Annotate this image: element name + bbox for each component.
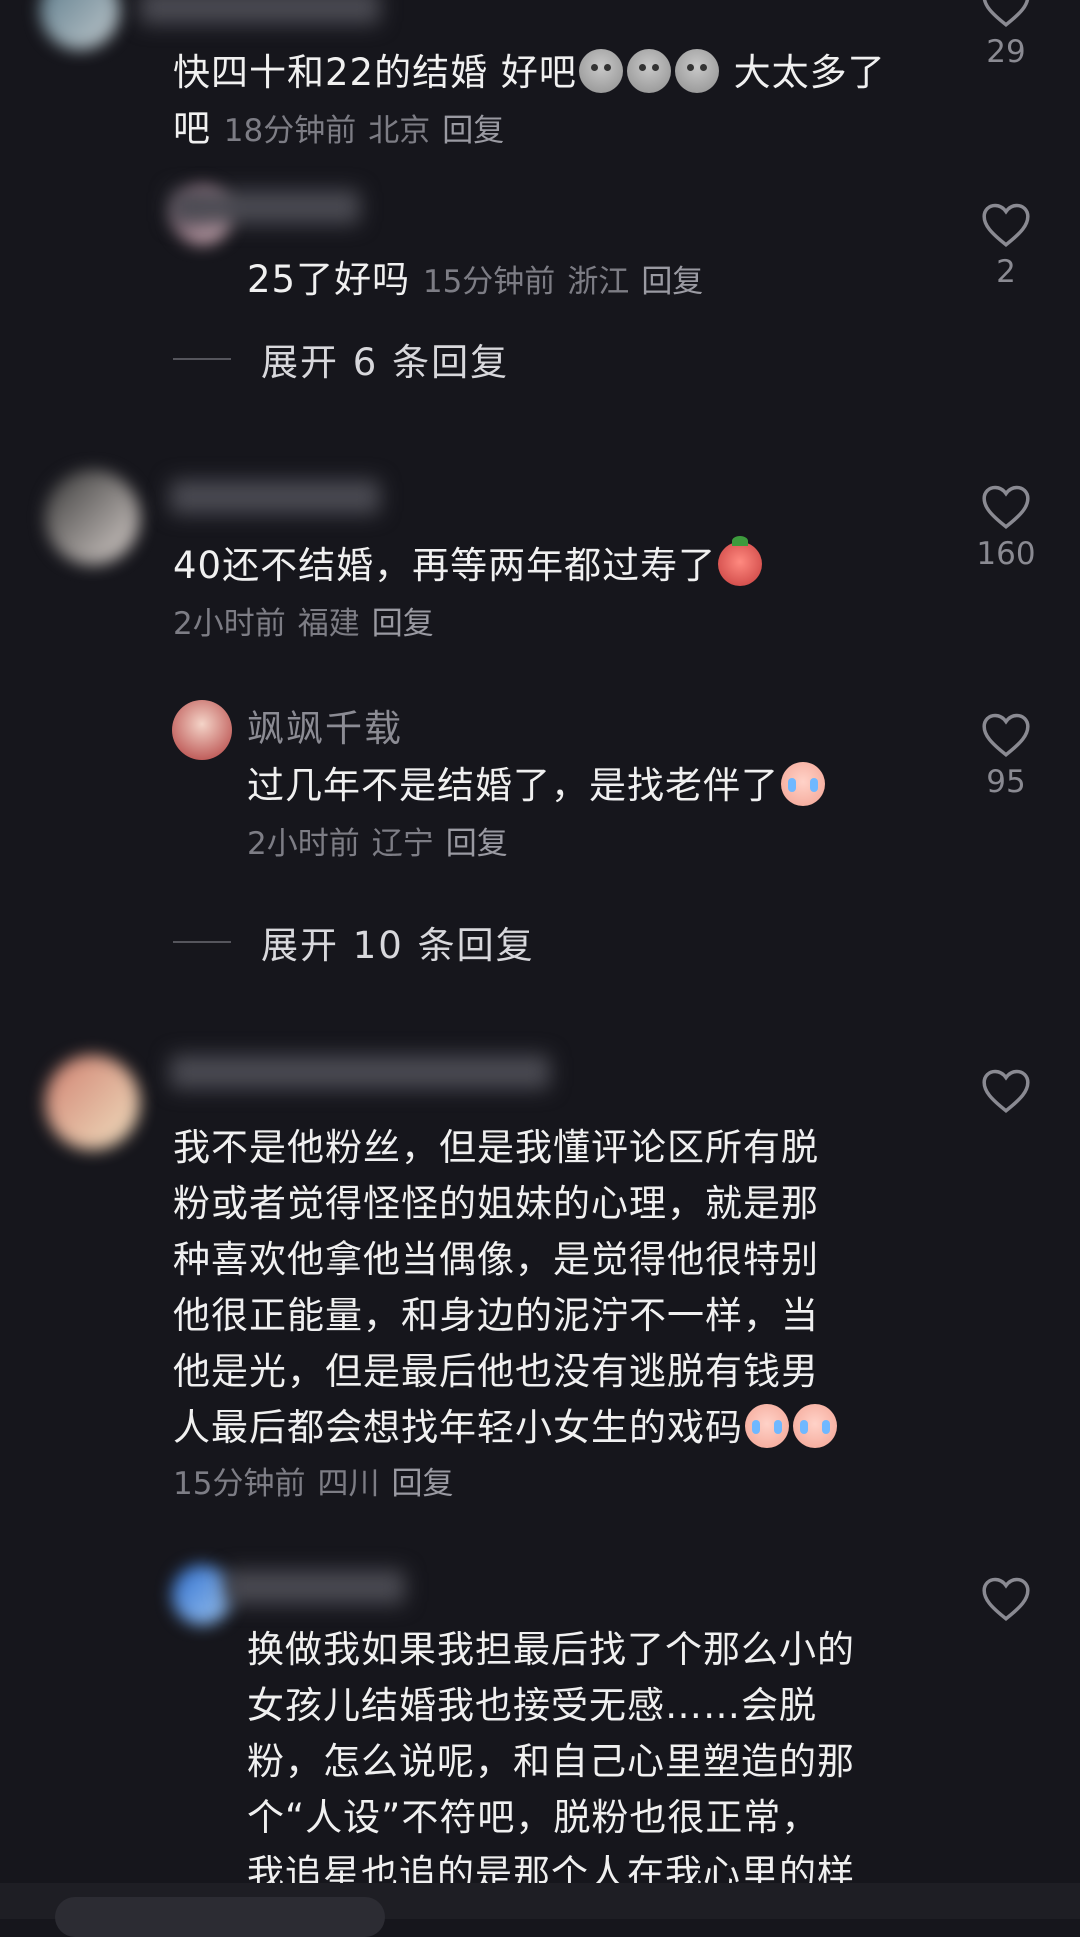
like-button[interactable]: 2 [961,200,1051,290]
reply-link[interactable]: 回复 [372,606,434,642]
username-blurred[interactable] [170,1055,550,1089]
ghost-emoji-icon [578,49,623,93]
expand-replies-button[interactable]: 展开 6 条回复 [173,332,509,386]
like-button[interactable]: 29 [961,0,1051,70]
comment-meta: 18分钟前 北京 回复 [223,113,505,149]
reply-link[interactable]: 回复 [641,264,703,300]
comment-meta: 15分钟前 浙江 回复 [422,264,704,300]
like-count: 29 [986,34,1026,70]
username-blurred[interactable] [225,1570,405,1604]
username-blurred[interactable] [140,0,380,24]
avatar[interactable] [45,470,140,565]
ghost-emoji-icon [674,49,719,93]
reply-link[interactable]: 回复 [442,113,504,149]
heart-icon [982,203,1030,247]
cry-emoji-icon [793,1404,837,1448]
reply-link[interactable]: 回复 [391,1466,453,1502]
comment-meta: 2小时前 福建 回复 [173,606,434,642]
expand-replies-button[interactable]: 展开 10 条回复 [173,915,535,969]
comment-text: 40还不结婚，再等两年都过寿了 2小时前 福建 回复 [173,536,893,652]
like-button[interactable]: 160 [961,482,1051,572]
avatar[interactable] [40,0,120,50]
avatar[interactable] [172,1565,232,1625]
comment-input-field[interactable] [55,1897,385,1937]
cry-emoji-icon [781,762,825,806]
comment-text: 快四十和22的结婚 好吧 大太多了吧 18分钟前 北京 回复 [173,49,886,150]
heart-icon [982,1577,1030,1621]
comment-meta: 2小时前 辽宁 回复 [247,826,508,862]
heart-icon [982,1069,1030,1113]
heart-icon [982,0,1030,27]
like-count: 160 [976,536,1036,572]
comment-meta: 15分钟前 四川 回复 [173,1466,454,1502]
username-blurred[interactable] [170,480,380,514]
avatar[interactable] [172,700,232,760]
divider [173,358,231,360]
reply-text: 过几年不是结婚了，是找老伴了 2小时前 辽宁 回复 [247,758,897,872]
ghost-emoji-icon [626,49,671,93]
divider [173,941,231,943]
like-button[interactable] [961,1066,1051,1114]
like-count: 2 [996,254,1016,290]
heart-icon [982,713,1030,757]
reply-username[interactable]: 飒飒千载 [247,698,403,752]
username-blurred[interactable] [170,190,360,224]
comment-text: 我不是他粉丝，但是我懂评论区所有脱 粉或者觉得怪怪的姐妹的心理，就是那 种喜欢他… [173,1120,933,1512]
like-button[interactable]: 95 [961,710,1051,800]
like-count: 95 [986,764,1026,800]
angry-emoji-icon [718,536,763,586]
reply-link[interactable]: 回复 [446,826,508,862]
cry-emoji-icon [745,1404,789,1448]
avatar[interactable] [45,1055,140,1150]
like-button[interactable] [961,1574,1051,1622]
reply-text: 25了好吗 15分钟前 浙江 回复 [247,252,715,310]
heart-icon [982,485,1030,529]
reply-text: 换做我如果我担最后找了个那么小的 女孩儿结婚我也接受无感……会脱 粉，怎么说呢，… [247,1628,855,1890]
